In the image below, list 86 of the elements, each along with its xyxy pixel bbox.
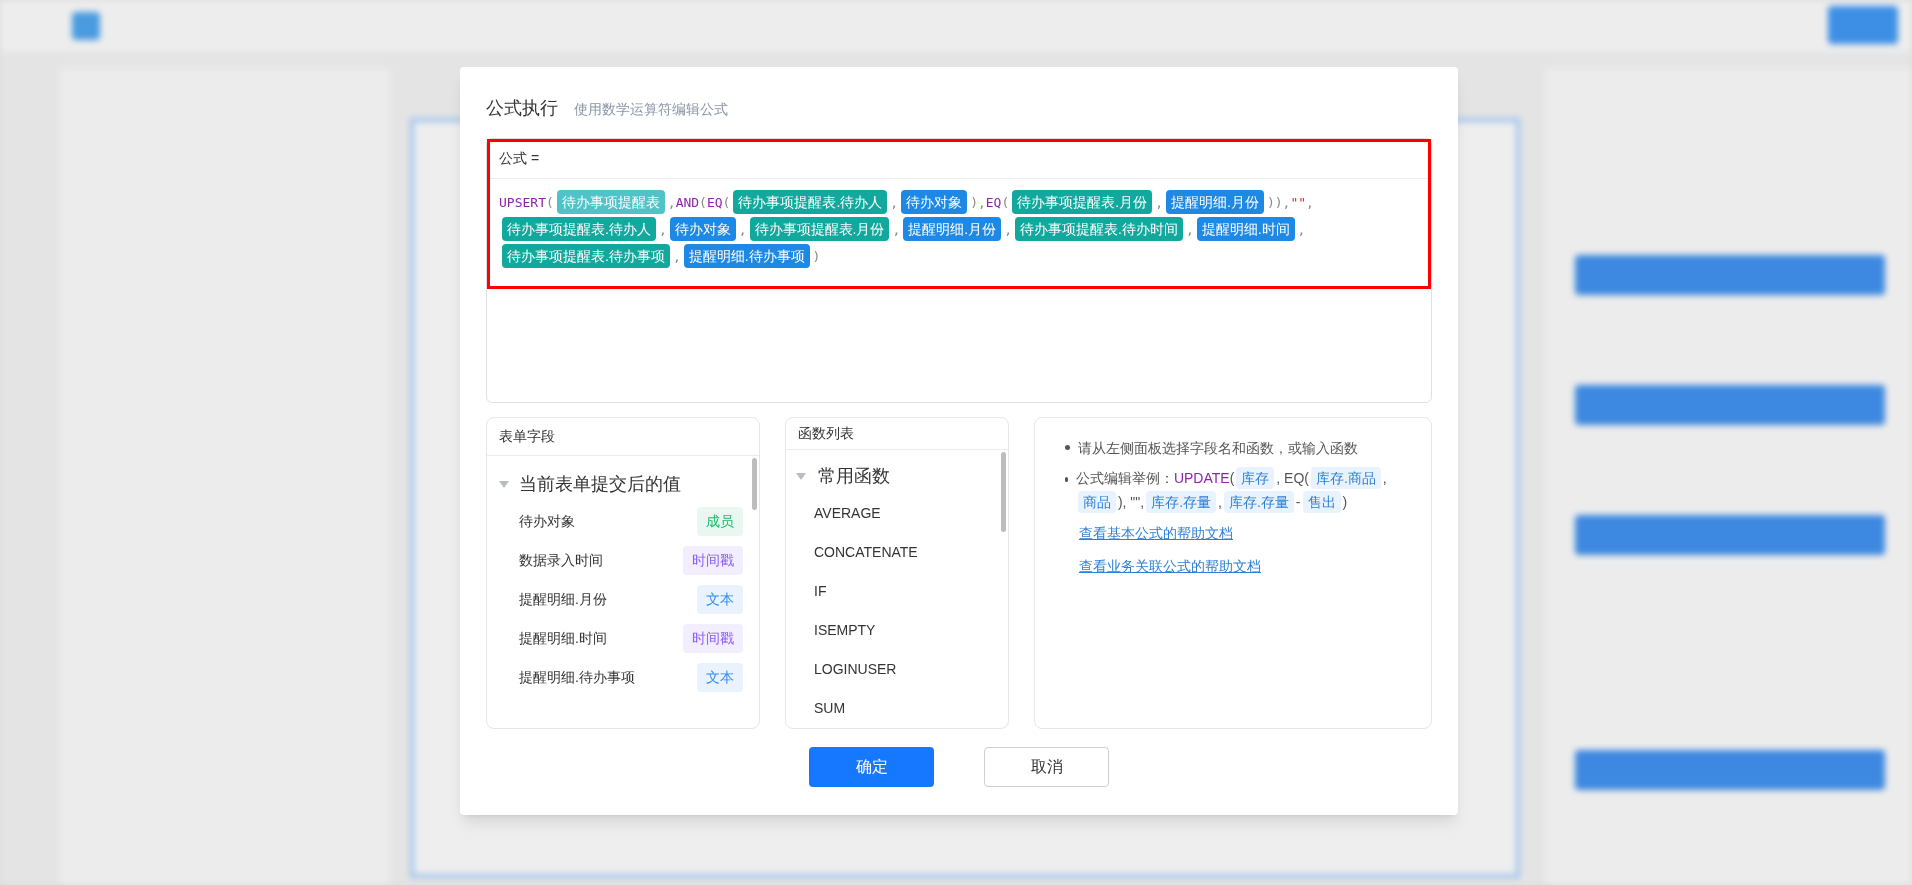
bullet-icon — [1065, 445, 1070, 450]
formula-punctuation: ( — [699, 194, 707, 212]
formula-punctuation: , — [667, 194, 676, 212]
scrollbar-thumb[interactable] — [1001, 452, 1006, 532]
formula-punctuation: )), — [1266, 194, 1291, 212]
function-item[interactable]: IF — [814, 581, 827, 602]
field-token: 待办事项提醒表.月份 — [749, 217, 890, 241]
formula-punctuation: , — [892, 221, 901, 239]
formula-punctuation: , — [1297, 221, 1306, 239]
dialog-title: 公式执行 — [486, 97, 558, 120]
formula-punctuation: , — [1306, 194, 1314, 212]
field-token: 待办事项提醒表.月份 — [1012, 190, 1153, 214]
help-link[interactable]: 查看基本公式的帮助文档 — [1079, 523, 1233, 544]
example-punctuation: ( — [1229, 469, 1235, 488]
formula-punctuation: , — [890, 194, 899, 212]
scrollbar-thumb[interactable] — [752, 458, 757, 510]
caret-icon — [796, 472, 806, 480]
function-item[interactable]: ISEMPTY — [814, 620, 876, 641]
type-tag: 成员 — [697, 507, 743, 536]
example-punctuation: , — [1218, 493, 1222, 512]
example-punctuation: , EQ( — [1276, 469, 1309, 488]
dialog-subtitle: 使用数学运算符编辑公式 — [574, 100, 728, 119]
example-function: UPDATE — [1173, 469, 1230, 488]
panel-title: 函数列表 — [798, 424, 854, 443]
field-item[interactable]: 数据录入时间 — [519, 550, 603, 571]
formula-string: "" — [1290, 194, 1307, 212]
field-token: 提醒明细.月份 — [903, 217, 1002, 241]
formula-punctuation: , — [1004, 221, 1012, 239]
field-item[interactable]: 提醒明细.时间 — [519, 628, 607, 649]
formula-punctuation: ( — [722, 194, 731, 212]
formula-function: EQ — [985, 194, 1002, 212]
example-field-token: 库存 — [1236, 467, 1275, 489]
type-tag: 时间戳 — [683, 624, 743, 653]
field-token: 待办事项提醒表.待办事项 — [502, 244, 670, 268]
table-token: 待办事项提醒表 — [556, 190, 665, 214]
example-punctuation: ) — [1342, 493, 1348, 512]
field-token: 待办事项提醒表.待办时间 — [1015, 217, 1183, 241]
group-label[interactable]: 常用函数 — [818, 462, 890, 490]
example-field-token: 库存.存量 — [1146, 491, 1217, 513]
formula-function: AND — [675, 194, 700, 212]
formula-punctuation: ( — [1001, 194, 1010, 212]
example-field-token: 库存.商品 — [1310, 467, 1381, 489]
field-item[interactable]: 待办对象 — [519, 511, 575, 532]
field-token: 待办对象 — [669, 217, 736, 241]
formula-editor[interactable]: 公式 = UPSERT( 待办事项提醒表 ,AND(EQ( 待办事项提醒表.待办人 , 待办对象 ),EQ( 待办事项提醒表.月份 , 提醒明细.月份 )),"", 待办事项提醒表.待办人 , 待办对象 , 待办事项提醒表.月份 , 提醒明细.月份 , 待办事项提醒表.待办时间 , 提醒明细.时间 , 待办事项提醒表.待办事项 , 提醒明细.待办事项 ) — [486, 138, 1432, 403]
field-token: 待办事项提醒表.待办人 — [733, 190, 888, 214]
formula-punctuation: ), — [970, 194, 986, 212]
example-punctuation: ), "", — [1117, 493, 1145, 512]
example-field-token: 商品 — [1077, 491, 1116, 513]
group-label[interactable]: 当前表单提交后的值 — [519, 470, 681, 498]
formula-punctuation: ( — [545, 194, 554, 212]
help-text: 请从左侧面板选择字段名和函数，或输入函数 — [1078, 439, 1358, 458]
help-link[interactable]: 查看业务关联公式的帮助文档 — [1079, 556, 1261, 577]
formula-punctuation: , — [672, 248, 681, 266]
panel-title: 表单字段 — [499, 427, 555, 446]
example-punctuation: , — [1382, 469, 1387, 488]
field-token: 提醒明细.月份 — [1166, 190, 1264, 214]
bullet-icon — [1065, 477, 1068, 482]
example-punctuation: - — [1295, 493, 1301, 512]
formula-punctuation: , — [1155, 194, 1163, 212]
field-item[interactable]: 提醒明细.待办事项 — [519, 667, 635, 688]
formula-function: UPSERT — [499, 194, 546, 212]
caret-icon — [499, 480, 509, 488]
cancel-button[interactable]: 取消 — [984, 747, 1109, 787]
function-item[interactable]: LOGINUSER — [814, 659, 897, 680]
confirm-button[interactable]: 确定 — [809, 747, 934, 787]
field-token: 提醒明细.待办事项 — [683, 244, 810, 268]
type-tag: 文本 — [697, 663, 743, 692]
formula-label: 公式 = — [499, 149, 540, 168]
example-field-token: 售出 — [1302, 491, 1341, 513]
function-item[interactable]: SUM — [814, 698, 846, 719]
formula-punctuation: , — [658, 221, 667, 239]
field-token: 待办事项提醒表.待办人 — [502, 217, 656, 241]
field-item[interactable]: 提醒明细.月份 — [519, 589, 607, 610]
field-token: 待办对象 — [901, 190, 968, 214]
example-field-token: 库存.存量 — [1223, 491, 1294, 513]
example-label: 公式编辑举例： — [1075, 469, 1174, 488]
formula-function: EQ — [706, 194, 723, 212]
formula-punctuation: , — [1185, 221, 1194, 239]
formula-punctuation: ) — [812, 248, 821, 266]
function-item[interactable]: CONCATENATE — [814, 542, 918, 563]
function-item[interactable]: AVERAGE — [814, 503, 881, 524]
field-token: 提醒明细.时间 — [1196, 217, 1295, 241]
formula-punctuation: , — [738, 221, 747, 239]
type-tag: 时间戳 — [683, 546, 743, 575]
type-tag: 文本 — [697, 585, 743, 614]
